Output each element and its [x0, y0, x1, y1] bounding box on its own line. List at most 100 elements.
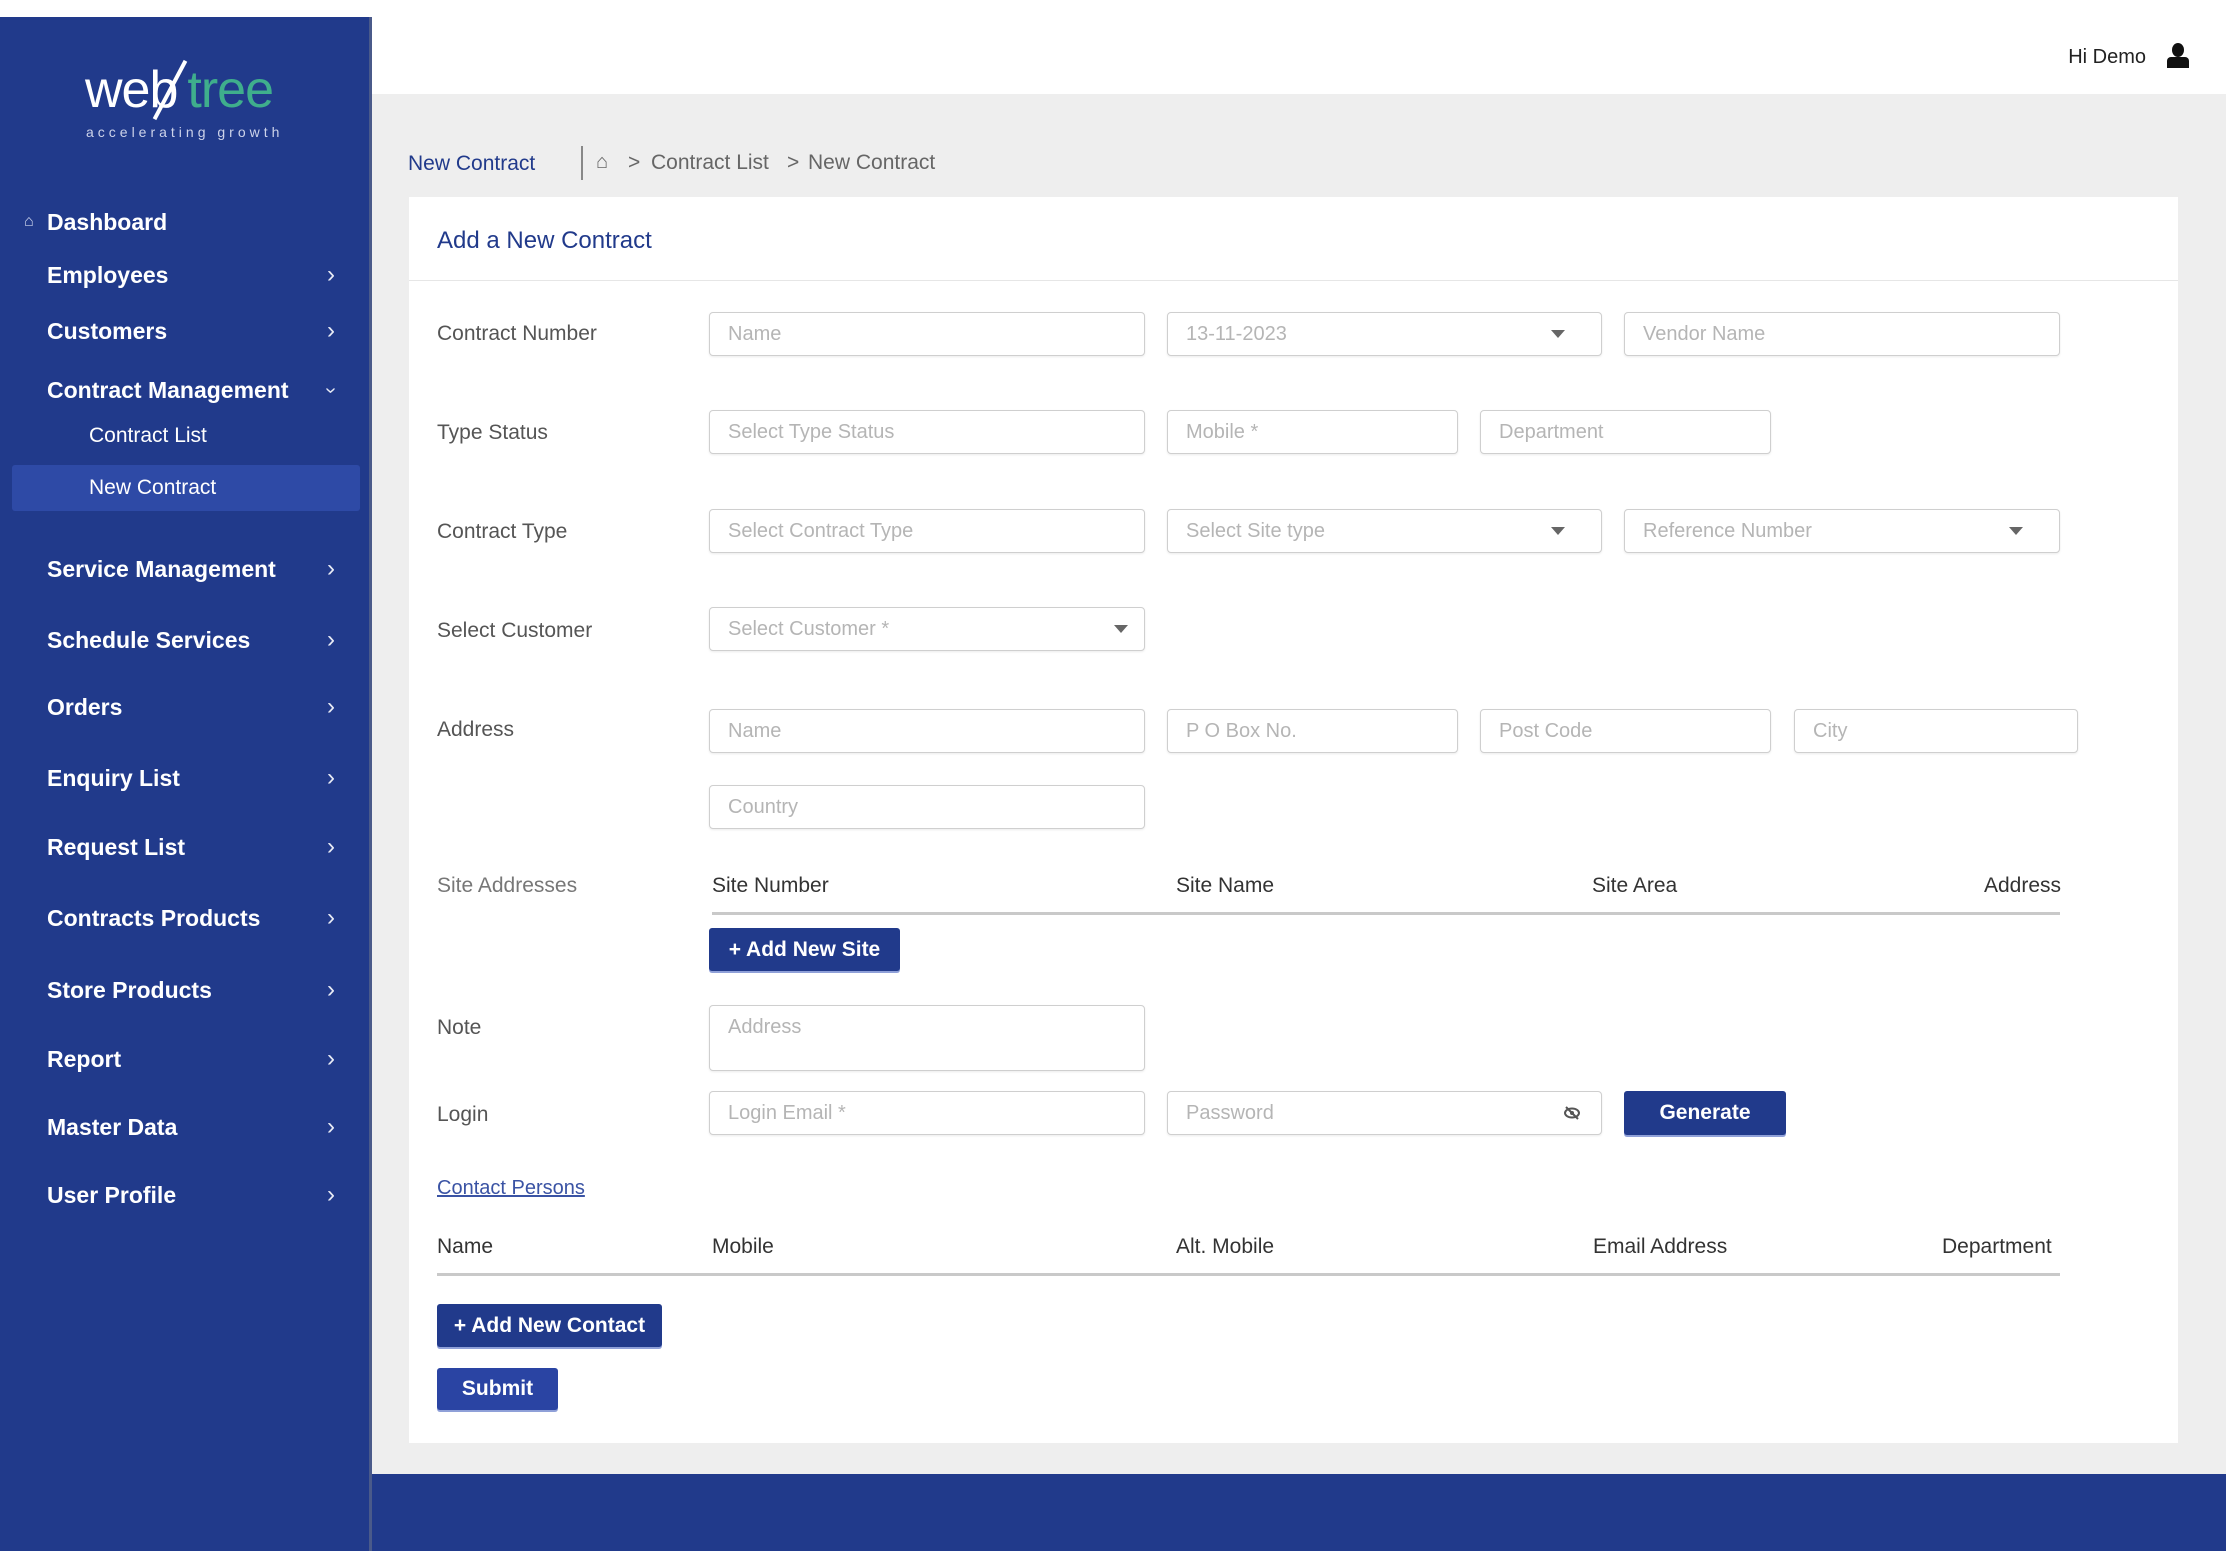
chevron-right-icon: › [327, 555, 335, 582]
breadcrumb-separator: > [787, 151, 800, 174]
add-new-site-button[interactable]: + Add New Site [709, 928, 900, 971]
label-contract-type: Contract Type [437, 520, 568, 543]
post-code-input[interactable]: Post Code [1480, 709, 1771, 753]
sidebar-item-label: Store Products [47, 976, 212, 1003]
sidebar-item-label: Master Data [47, 1113, 178, 1140]
sidebar: web tree accelerating growth ⌂ Dashboard … [0, 17, 372, 1551]
label-note: Note [437, 1016, 482, 1039]
sidebar-item-service-management[interactable]: Service Management › [0, 549, 372, 589]
chevron-right-icon: › [327, 317, 335, 344]
breadcrumb-contract-list[interactable]: Contract List [651, 151, 769, 175]
site-type-select[interactable]: Select Site type [1167, 509, 1602, 553]
form-title: Add a New Contract [437, 227, 652, 254]
sidebar-item-label: Contract Management [47, 376, 289, 403]
sidebar-item-master-data[interactable]: Master Data › [0, 1107, 372, 1147]
customer-select[interactable]: Select Customer * [709, 607, 1145, 651]
country-input[interactable]: Country [709, 785, 1145, 829]
placeholder: Select Contract Type [728, 519, 914, 542]
table-divider [712, 912, 2060, 915]
sidebar-item-label: Orders [47, 693, 123, 720]
placeholder: Department [1499, 420, 1604, 443]
sidebar-item-enquiry-list[interactable]: Enquiry List › [0, 758, 372, 798]
sidebar-item-user-profile[interactable]: User Profile › [0, 1175, 372, 1215]
caret-down-icon [1551, 527, 1565, 535]
column-header: Site Name [1176, 874, 1275, 897]
sidebar-subitem-label: New Contract [89, 476, 217, 499]
logo-tagline: accelerating growth [86, 124, 284, 140]
submit-button[interactable]: Submit [437, 1368, 558, 1410]
sidebar-item-request-list[interactable]: Request List › [0, 827, 372, 867]
logo-text-web: web [85, 61, 178, 119]
label-contract-number: Contract Number [437, 322, 597, 345]
column-header: Site Number [712, 874, 829, 897]
column-header: Address [1984, 874, 2062, 897]
contract-name-input[interactable]: Name [709, 312, 1145, 356]
sidebar-item-contract-management[interactable]: Contract Management › [0, 370, 372, 410]
po-box-input[interactable]: P O Box No. [1167, 709, 1458, 753]
home-icon: ⌂ [24, 213, 34, 230]
caret-down-icon [1551, 330, 1565, 338]
placeholder: Reference Number [1643, 519, 1812, 542]
contact-persons-link[interactable]: Contact Persons [437, 1177, 585, 1200]
chevron-right-icon: › [327, 1181, 335, 1208]
sidebar-item-report[interactable]: Report › [0, 1039, 372, 1079]
generate-button[interactable]: Generate [1624, 1091, 1786, 1135]
divider [409, 280, 2178, 281]
address-name-input[interactable]: Name [709, 709, 1145, 753]
city-input[interactable]: City [1794, 709, 2078, 753]
note-textarea[interactable]: Address [709, 1005, 1145, 1071]
home-icon[interactable]: ⌂ [596, 151, 608, 174]
sidebar-item-customers[interactable]: Customers › [0, 311, 372, 351]
reference-number-select[interactable]: Reference Number [1624, 509, 2060, 553]
column-header: Mobile [712, 1235, 774, 1258]
chevron-right-icon: › [327, 626, 335, 653]
date-value: 13-11-2023 [1186, 322, 1287, 345]
placeholder: Name [728, 719, 782, 742]
login-email-input[interactable]: Login Email * [709, 1091, 1145, 1135]
placeholder: Login Email * [728, 1101, 846, 1124]
contract-type-select[interactable]: Select Contract Type [709, 509, 1145, 553]
sidebar-item-orders[interactable]: Orders › [0, 687, 372, 727]
column-header: Alt. Mobile [1176, 1235, 1275, 1258]
mobile-input[interactable]: Mobile * [1167, 410, 1458, 454]
sidebar-item-label: User Profile [47, 1181, 177, 1208]
label-address: Address [437, 718, 515, 741]
sidebar-item-label: Request List [47, 833, 186, 860]
eye-slash-icon[interactable] [1563, 1105, 1581, 1121]
placeholder: Vendor Name [1643, 322, 1766, 345]
sidebar-item-dashboard[interactable]: ⌂ Dashboard [0, 202, 372, 242]
chevron-right-icon: › [327, 1045, 335, 1072]
contract-date-picker[interactable]: 13-11-2023 [1167, 312, 1602, 356]
user-icon[interactable] [2167, 43, 2189, 69]
sidebar-subitem-new-contract[interactable]: New Contract [12, 465, 360, 511]
sidebar-item-label: Customers [47, 317, 168, 344]
breadcrumb-separator: > [628, 151, 641, 174]
chevron-right-icon: › [327, 764, 335, 791]
type-status-select[interactable]: Select Type Status [709, 410, 1145, 454]
department-input[interactable]: Department [1480, 410, 1771, 454]
sidebar-item-label: Enquiry List [47, 764, 180, 791]
sidebar-item-label: Schedule Services [47, 626, 251, 653]
caret-down-icon [2009, 527, 2023, 535]
sidebar-item-contracts-products[interactable]: Contracts Products › [0, 898, 372, 938]
placeholder: Select Customer * [728, 617, 890, 640]
placeholder: City [1813, 719, 1848, 742]
add-new-contact-button[interactable]: + Add New Contact [437, 1304, 662, 1347]
sidebar-item-schedule-services[interactable]: Schedule Services › [0, 620, 372, 660]
chevron-right-icon: › [327, 833, 335, 860]
sidebar-item-store-products[interactable]: Store Products › [0, 970, 372, 1010]
placeholder: Name [728, 322, 782, 345]
top-bar: Hi Demo [372, 0, 2226, 94]
label-type-status: Type Status [437, 421, 548, 444]
sidebar-subitem-contract-list[interactable]: Contract List [12, 413, 360, 459]
vendor-name-input[interactable]: Vendor Name [1624, 312, 2060, 356]
chevron-right-icon: › [327, 693, 335, 720]
placeholder: Post Code [1499, 719, 1593, 742]
password-input[interactable]: Password [1167, 1091, 1602, 1135]
caret-down-icon [1114, 625, 1128, 633]
sidebar-item-label: Dashboard [47, 208, 168, 235]
greeting-text: Hi Demo [2068, 46, 2146, 68]
label-site-addresses: Site Addresses [437, 874, 578, 897]
sidebar-item-employees[interactable]: Employees › [0, 255, 372, 295]
label-select-customer: Select Customer [437, 619, 593, 642]
